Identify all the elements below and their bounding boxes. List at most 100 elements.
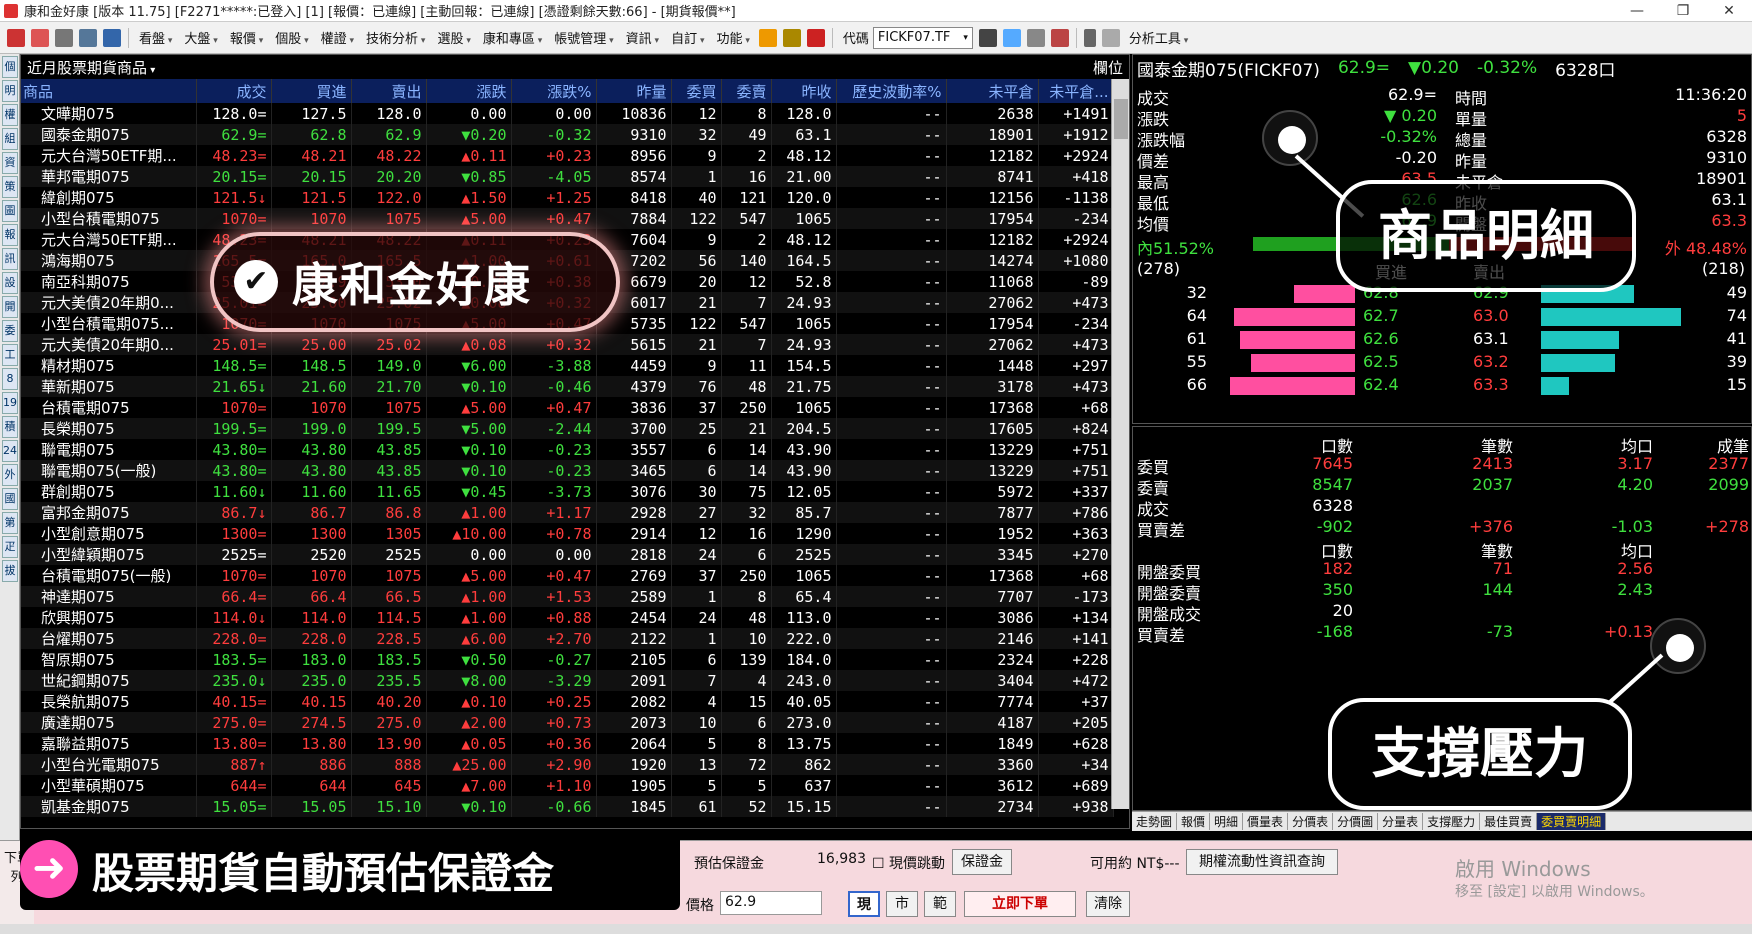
left-tab-2[interactable]: 權 bbox=[2, 104, 18, 126]
lightning-icon[interactable] bbox=[758, 28, 777, 47]
detail-tab-5[interactable]: 分價圖 bbox=[1333, 813, 1379, 830]
price-input[interactable]: 62.9 bbox=[720, 891, 822, 915]
alert-icon[interactable] bbox=[1050, 28, 1069, 47]
left-tab-4[interactable]: 資 bbox=[2, 152, 18, 174]
left-tab-11[interactable]: 委 bbox=[2, 320, 18, 342]
left-tab-10[interactable]: 開 bbox=[2, 296, 18, 318]
minimize-button[interactable]: — bbox=[1614, 0, 1660, 22]
menu-4[interactable]: 權證 bbox=[321, 28, 354, 47]
table-row[interactable]: 聯電期075 43.80= 43.80 43.85 ▼0.10 -0.23 3557 6 14 4… bbox=[21, 439, 1114, 460]
analysis-tools-menu[interactable]: 分析工具 bbox=[1129, 28, 1188, 47]
cursor-icon[interactable] bbox=[1083, 28, 1096, 47]
table-row[interactable]: 精材期075 148.5= 148.5 149.0 ▼6.00 -3.88 4459 9 11 1… bbox=[21, 355, 1114, 376]
left-tab-14[interactable]: 19 bbox=[2, 392, 18, 414]
range-price-button[interactable]: 範 bbox=[924, 891, 956, 917]
column-header-9[interactable]: 昨收 bbox=[771, 79, 837, 103]
product-selector[interactable]: 近月股票期貨商品 bbox=[27, 57, 155, 78]
back-icon[interactable] bbox=[31, 28, 49, 47]
left-tab-6[interactable]: 圖 bbox=[2, 200, 18, 222]
menu-0[interactable]: 看盤 bbox=[139, 28, 172, 47]
column-header-10[interactable]: 歷史波動率% bbox=[836, 79, 947, 103]
table-row[interactable]: 國泰金期075 62.9= 62.8 62.9 ▼0.20 -0.32 9310 32 49 63… bbox=[21, 124, 1114, 145]
close-button[interactable]: ✕ bbox=[1706, 0, 1752, 22]
margin-button[interactable]: 保證金 bbox=[952, 849, 1012, 875]
table-row[interactable]: 小型華碩期075 644= 644 645 ▲7.00 +1.10 1905 5 5 637 -- 3… bbox=[21, 775, 1114, 796]
table-row[interactable]: 小型台積電期075 1070= 1070 1075 ▲5.00 +0.47 7884 122 5… bbox=[21, 208, 1114, 229]
table-row[interactable]: 長榮期075 199.5= 199.0 199.5 ▼5.00 -2.44 3700 25 21… bbox=[21, 418, 1114, 439]
column-header-4[interactable]: 漲跌 bbox=[426, 79, 512, 103]
depth-row[interactable]: 66 62.4 63.3 15 bbox=[1133, 375, 1752, 397]
table-row[interactable]: 長榮航期075 40.15= 40.15 40.20 ▲0.10 +0.25 2082 4 15… bbox=[21, 691, 1114, 712]
left-tab-12[interactable]: 工 bbox=[2, 344, 18, 366]
columns-button[interactable]: 欄位 bbox=[1093, 57, 1123, 78]
detail-tab-1[interactable]: 報價 bbox=[1177, 813, 1211, 830]
quote-scrollbar[interactable] bbox=[1111, 79, 1129, 809]
column-header-0[interactable]: 商品 bbox=[21, 79, 197, 103]
menu-7[interactable]: 康和專區 bbox=[483, 28, 542, 47]
column-header-2[interactable]: 買進 bbox=[271, 79, 352, 103]
depth-row[interactable]: 64 62.7 63.0 74 bbox=[1133, 306, 1752, 328]
column-header-5[interactable]: 漲跌% bbox=[511, 79, 597, 103]
code-input[interactable]: FICKF07.TF ▾ bbox=[872, 26, 973, 49]
column-header-12[interactable]: 未平倉... bbox=[1038, 79, 1114, 103]
table-row[interactable]: 小型緯穎期075 2525= 2520 2525 0.00 0.00 2818 24 6 2525… bbox=[21, 544, 1114, 565]
table-row[interactable]: 元大台灣50ETF期... 48.23= 48.21 48.22 ▲0.11 +0.23 8… bbox=[21, 145, 1114, 166]
table-row[interactable]: 華新期075 21.65↓ 21.60 21.70 ▼0.10 -0.46 4379 76 48… bbox=[21, 376, 1114, 397]
column-header-1[interactable]: 成交 bbox=[196, 79, 272, 103]
table-row[interactable]: 凱基金期075 15.05= 15.05 15.10 ▼0.10 -0.66 1845 61 5… bbox=[21, 796, 1114, 817]
table-row[interactable]: 緯創期075 121.5↓ 121.5 122.0 ▲1.50 +1.25 8418 40 12… bbox=[21, 187, 1114, 208]
table-row[interactable]: 欣興期075 114.0↓ 114.0 114.5 ▲1.00 +0.88 2454 24 48… bbox=[21, 607, 1114, 628]
order-icon[interactable] bbox=[782, 28, 801, 47]
left-tab-3[interactable]: 組 bbox=[2, 128, 18, 150]
detail-tab-8[interactable]: 最佳買賣 bbox=[1480, 813, 1538, 830]
left-tab-5[interactable]: 策 bbox=[2, 176, 18, 198]
forward-icon[interactable] bbox=[55, 28, 73, 47]
menu-9[interactable]: 資訊 bbox=[626, 28, 659, 47]
window-icon[interactable] bbox=[103, 28, 121, 47]
table-row[interactable]: 富邦金期075 86.7↓ 86.7 86.8 ▲1.00 +1.17 2928 27 32 85… bbox=[21, 502, 1114, 523]
menu-5[interactable]: 技術分析 bbox=[366, 28, 425, 47]
detail-tab-0[interactable]: 走勢圖 bbox=[1132, 813, 1178, 830]
clear-button[interactable]: 清除 bbox=[1086, 891, 1130, 917]
table-row[interactable]: 元大美債20年期0... 25.01= 25.00 25.02 ▲0.08 +0.32 56… bbox=[21, 334, 1114, 355]
left-tab-18[interactable]: 國 bbox=[2, 488, 18, 510]
column-header-3[interactable]: 賣出 bbox=[351, 79, 427, 103]
table-row[interactable]: 小型台光電期075 887↑ 886 888 ▲25.00 +2.90 1920 13 72 86… bbox=[21, 754, 1114, 775]
table-row[interactable]: 聯電期075(一般) 43.80= 43.80 43.85 ▼0.10 -0.23 3465… bbox=[21, 460, 1114, 481]
menu-10[interactable]: 自訂 bbox=[671, 28, 704, 47]
table-row[interactable]: 嘉聯益期075 13.80= 13.80 13.90 ▲0.05 +0.36 2064 5 8 1… bbox=[21, 733, 1114, 754]
table-row[interactable]: 台燿期075 228.0= 228.0 228.5 ▲6.00 +2.70 2122 1 10 2… bbox=[21, 628, 1114, 649]
left-tab-17[interactable]: 外 bbox=[2, 464, 18, 486]
grid-icon[interactable] bbox=[1101, 28, 1120, 47]
table-row[interactable]: 智原期075 183.5= 183.0 183.5 ▼0.50 -0.27 2105 6 139… bbox=[21, 649, 1114, 670]
left-tab-7[interactable]: 報 bbox=[2, 224, 18, 246]
option-liquidity-button[interactable]: 期權流動性資訊查詢 bbox=[1186, 849, 1338, 875]
table-row[interactable]: 世紀鋼期075 235.0↓ 235.0 235.5 ▼8.00 -3.29 2091 7 4 2… bbox=[21, 670, 1114, 691]
depth-row[interactable]: 55 62.5 63.2 39 bbox=[1133, 352, 1752, 374]
submit-order-button[interactable]: 立即下單 bbox=[964, 891, 1076, 917]
menu-8[interactable]: 帳號管理 bbox=[554, 28, 613, 47]
market-price-button[interactable]: 市 bbox=[886, 891, 918, 917]
detail-tab-3[interactable]: 價量表 bbox=[1243, 813, 1289, 830]
left-tab-16[interactable]: 24 bbox=[2, 440, 18, 462]
menu-3[interactable]: 個股 bbox=[275, 28, 308, 47]
column-header-7[interactable]: 委買 bbox=[671, 79, 722, 103]
left-tab-0[interactable]: 個 bbox=[2, 56, 18, 78]
left-tab-20[interactable]: 疋 bbox=[2, 536, 18, 558]
menu-1[interactable]: 大盤 bbox=[184, 28, 217, 47]
left-tab-21[interactable]: 拔 bbox=[2, 560, 18, 582]
column-header-8[interactable]: 委賣 bbox=[721, 79, 772, 103]
left-tab-9[interactable]: 設 bbox=[2, 272, 18, 294]
detail-tab-2[interactable]: 明細 bbox=[1210, 813, 1244, 830]
search-icon[interactable] bbox=[1002, 28, 1021, 47]
restore-button[interactable]: ❐ bbox=[1660, 0, 1706, 22]
red-logo-icon[interactable] bbox=[806, 28, 825, 47]
stars-icon[interactable] bbox=[978, 28, 997, 47]
detail-tab-7[interactable]: 支撐壓力 bbox=[1423, 813, 1481, 830]
table-row[interactable]: 文曄期075 128.0= 127.5 128.0 0.00 0.00 10836 12 8 12… bbox=[21, 103, 1114, 124]
table-row[interactable]: 神達期075 66.4= 66.4 66.5 ▲1.00 +1.53 2589 1 8 65.4-… bbox=[21, 586, 1114, 607]
left-tab-13[interactable]: 8 bbox=[2, 368, 18, 390]
left-tab-8[interactable]: 訊 bbox=[2, 248, 18, 270]
table-row[interactable]: 廣達期075 275.0= 274.5 275.0 ▲2.00 +0.73 2073 10 6 2… bbox=[21, 712, 1114, 733]
left-tab-19[interactable]: 第 bbox=[2, 512, 18, 534]
